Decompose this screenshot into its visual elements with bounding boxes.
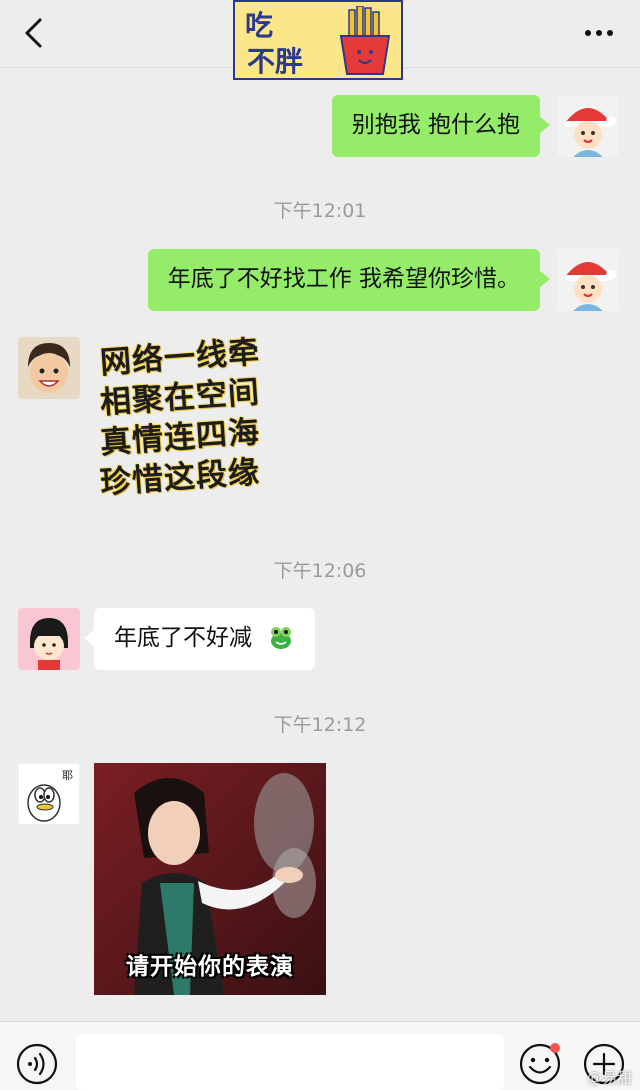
watermark: @易甜 xyxy=(586,1069,632,1087)
logo-line-1: 吃 xyxy=(245,9,274,42)
sticker-poem[interactable]: 网络一线牵 相聚在空间 真情连四海 珍惜这段缘 xyxy=(99,334,280,501)
message-bubble-sent[interactable]: 年底了不好找工作 我希望你珍惜。 xyxy=(147,249,551,311)
image-message[interactable]: 请开始你的表演 xyxy=(94,763,326,995)
avatar-contact-duck[interactable]: 耶 xyxy=(18,763,80,825)
avatar-contact-maruko[interactable] xyxy=(18,608,80,670)
timestamp: 下午12:12 xyxy=(273,714,367,736)
avatar-contact-boy[interactable] xyxy=(18,337,80,399)
message-input[interactable] xyxy=(76,1034,504,1090)
message-bubble-received[interactable]: 年底了不好减 xyxy=(83,608,316,670)
avatar-self[interactable] xyxy=(557,249,619,311)
emoji-icon[interactable] xyxy=(518,1042,562,1086)
voice-icon[interactable] xyxy=(16,1043,58,1085)
input-bar: @易甜 xyxy=(0,1021,640,1090)
logo-sticker: 吃 不胖 xyxy=(233,0,403,80)
more-dots-icon[interactable] xyxy=(584,24,614,42)
fries-icon xyxy=(339,6,391,75)
timestamp: 下午12:06 xyxy=(273,560,367,582)
avatar-caption: 耶 xyxy=(62,769,73,782)
message-bubble-sent[interactable]: 别抱我 抱什么抱 xyxy=(331,95,551,157)
notification-badge xyxy=(550,1043,560,1053)
message-text: 别抱我 抱什么抱 xyxy=(351,112,520,138)
timestamp: 下午12:01 xyxy=(273,200,367,222)
frog-emoji-icon xyxy=(271,626,292,649)
chevron-left-icon[interactable] xyxy=(20,16,50,50)
message-text: 年底了不好减 xyxy=(114,625,252,651)
chat-area[interactable]: 别抱我 抱什么抱 下午12:01 年底了不好找工作 我希望你珍惜。 网络一线牵 xyxy=(0,69,640,1021)
meme-caption: 请开始你的表演 xyxy=(126,954,294,980)
message-text: 年底了不好找工作 我希望你珍惜。 xyxy=(167,266,520,292)
avatar-self[interactable] xyxy=(557,95,619,157)
